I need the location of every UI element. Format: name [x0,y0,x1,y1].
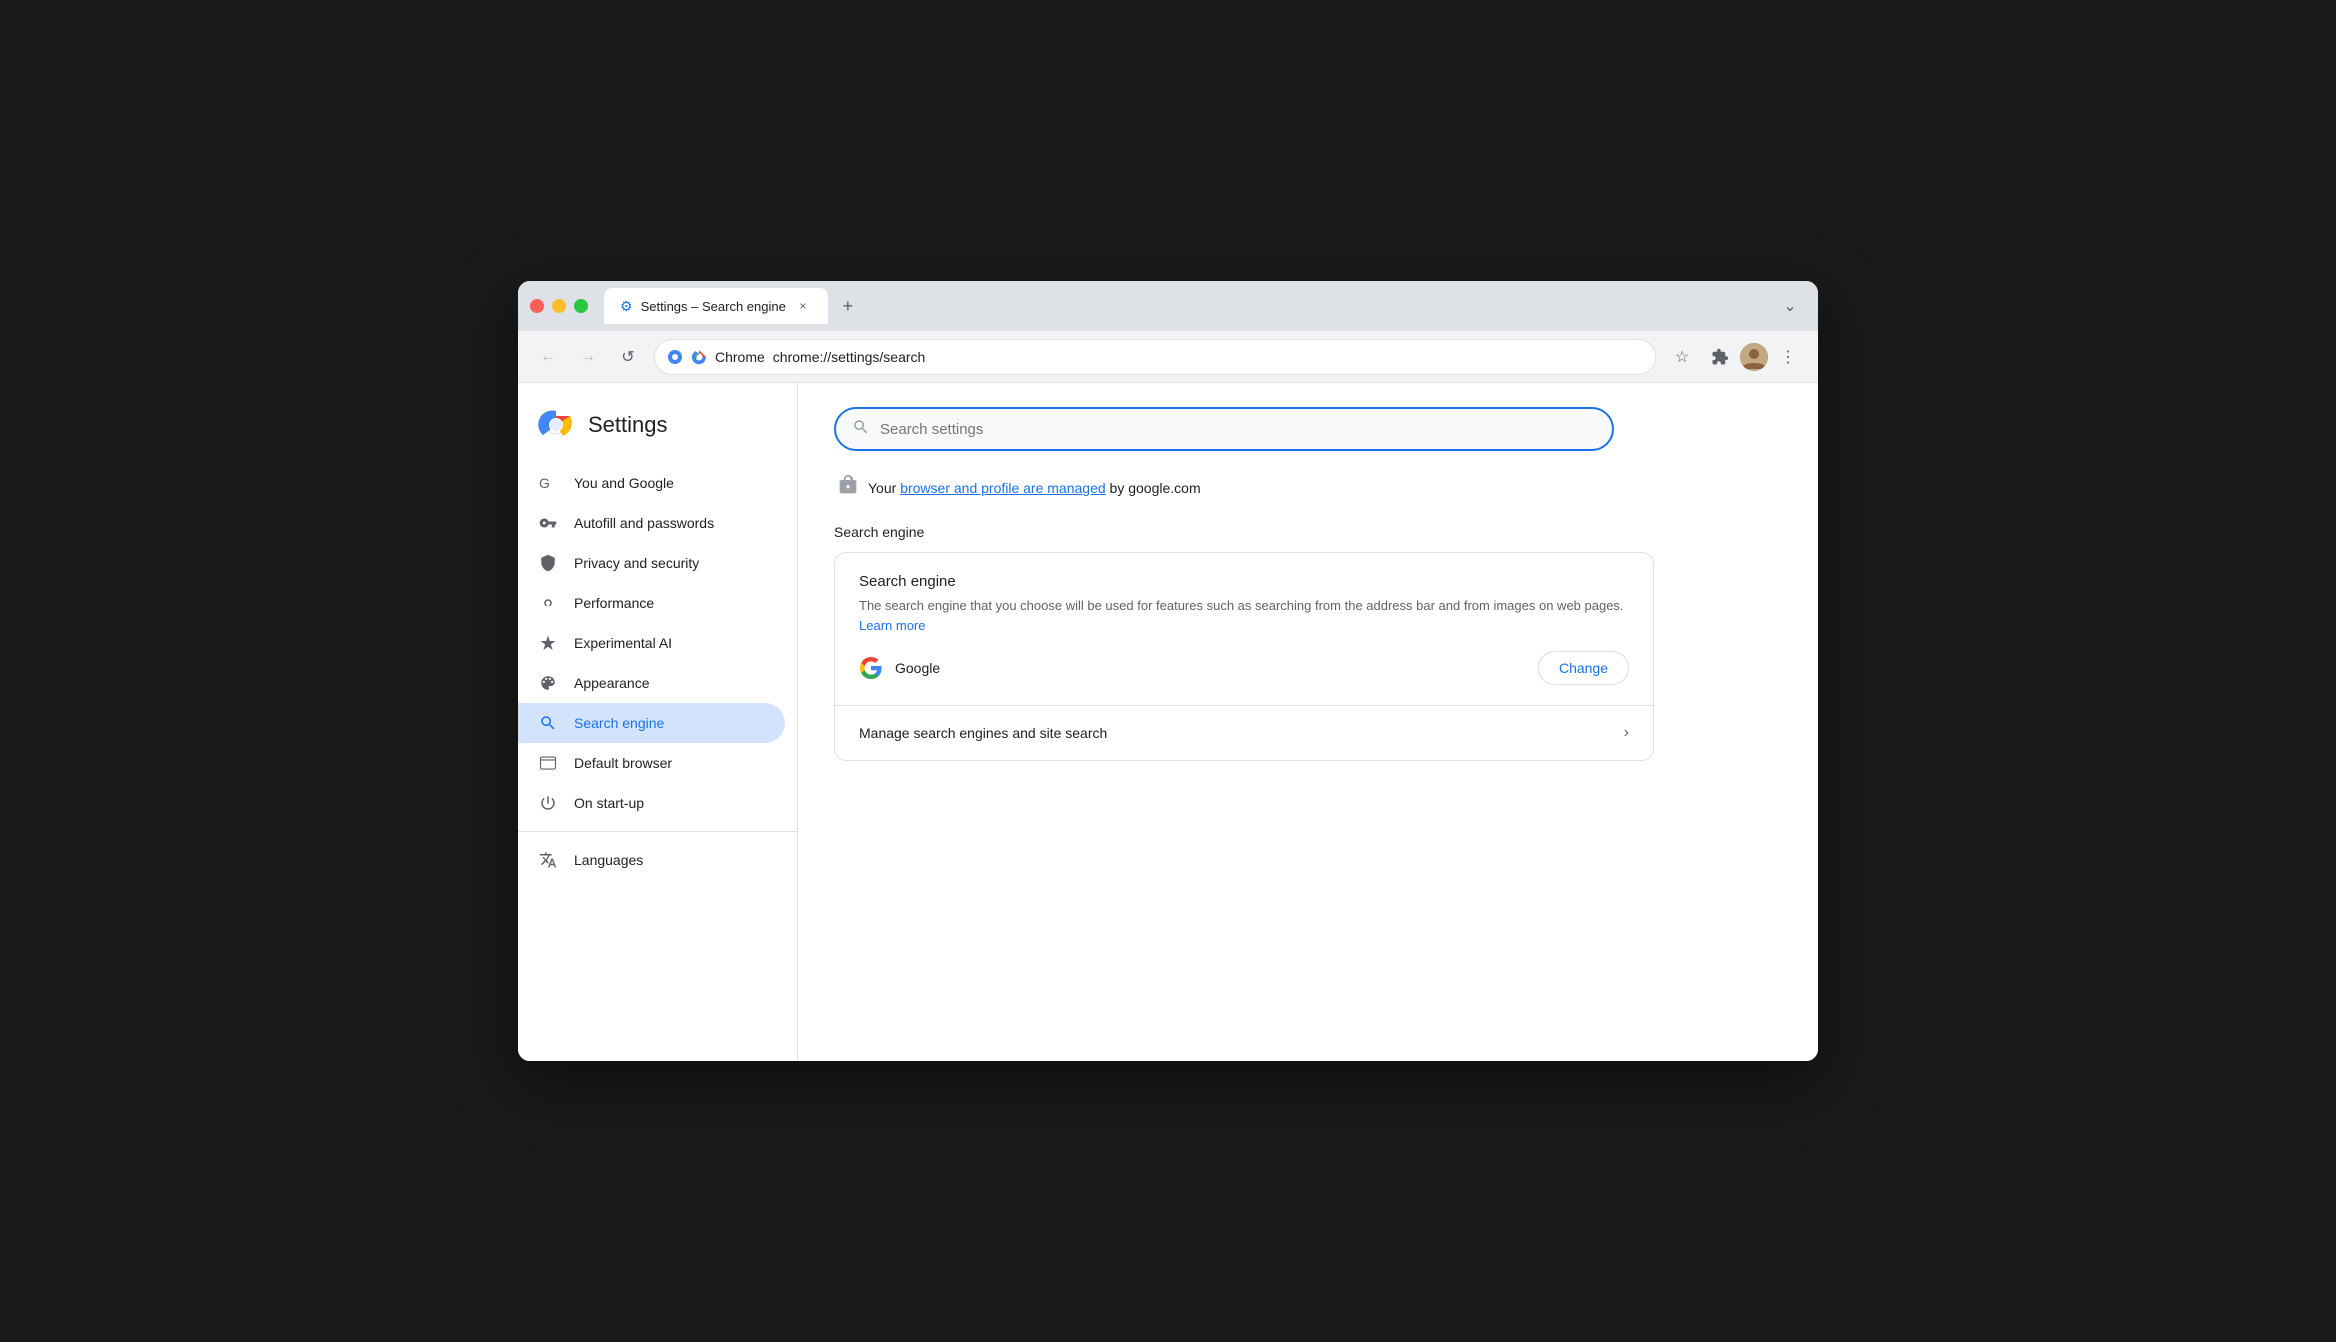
search-icon [852,418,870,441]
chrome-logo [538,407,574,443]
learn-more-link[interactable]: Learn more [859,618,925,633]
chrome-favicon [691,349,707,365]
minimize-traffic-light[interactable] [552,299,566,313]
appearance-icon [538,673,558,693]
settings-header: Settings [518,399,797,463]
default-browser-icon [538,753,558,773]
managed-text: Your browser and profile are managed by … [868,480,1201,496]
sidebar-item-label: On start-up [574,795,644,811]
sidebar-item-label: Experimental AI [574,635,672,651]
you-and-google-icon: G [538,473,558,493]
sidebar: Settings G You and Google Autofill and p… [518,383,798,1061]
sidebar-item-you-and-google[interactable]: G You and Google [518,463,785,503]
sidebar-item-label: Performance [574,595,654,611]
experimental-ai-icon [538,633,558,653]
managed-text-after: by google.com [1110,480,1201,496]
address-favicon [667,349,683,365]
manage-search-engines-label: Manage search engines and site search [859,725,1107,741]
fullscreen-traffic-light[interactable] [574,299,588,313]
tab-bar: ⚙ Settings – Search engine × + ⌄ [604,288,1806,324]
current-search-engine: Google [895,660,1526,676]
sidebar-item-label: Autofill and passwords [574,515,714,531]
tab-title: Settings – Search engine [641,299,786,314]
tab-dropdown-button[interactable]: ⌄ [1774,290,1806,322]
title-bar: ⚙ Settings – Search engine × + ⌄ [518,281,1818,331]
languages-icon [538,850,558,870]
toolbar-right: ☆ ⋮ [1664,339,1806,375]
manage-search-engines-row[interactable]: Manage search engines and site search › [835,706,1653,760]
main-panel: Your browser and profile are managed by … [798,383,1818,1061]
search-engine-nav-icon [538,713,558,733]
tab-favicon: ⚙ [620,298,633,315]
active-tab[interactable]: ⚙ Settings – Search engine × [604,288,828,324]
autofill-icon [538,513,558,533]
search-bar-wrapper [834,407,1782,451]
sidebar-item-privacy[interactable]: Privacy and security [518,543,785,583]
extensions-button[interactable] [1702,339,1738,375]
new-tab-button[interactable]: + [832,290,864,322]
settings-page-title: Settings [588,412,668,438]
sidebar-item-default-browser[interactable]: Default browser [518,743,785,783]
close-traffic-light[interactable] [530,299,544,313]
managed-text-before: Your [868,480,896,496]
sidebar-item-search-engine[interactable]: Search engine [518,703,785,743]
on-startup-icon [538,793,558,813]
back-button[interactable]: ← [530,339,566,375]
card-section-title: Search engine [859,573,1629,590]
managed-icon [838,475,858,500]
sidebar-item-label: Appearance [574,675,650,691]
search-engine-card: Search engine The search engine that you… [834,552,1654,761]
managed-banner: Your browser and profile are managed by … [834,475,1782,500]
sidebar-item-performance[interactable]: Performance [518,583,785,623]
sidebar-item-languages[interactable]: Languages [518,840,785,880]
address-bar[interactable]: Chrome chrome://settings/search [654,339,1656,375]
sidebar-item-autofill[interactable]: Autofill and passwords [518,503,785,543]
address-url: chrome://settings/search [773,349,1643,365]
manage-arrow-icon: › [1624,724,1629,742]
performance-icon [538,593,558,613]
search-engine-section: Search engine The search engine that you… [835,553,1653,706]
privacy-icon [538,553,558,573]
browser-window: ⚙ Settings – Search engine × + ⌄ ← → ↺ [518,281,1818,1061]
managed-link[interactable]: browser and profile are managed [900,480,1105,496]
search-bar [834,407,1614,451]
sidebar-item-label: Privacy and security [574,555,699,571]
sidebar-item-label: You and Google [574,475,674,491]
avatar-image [1740,343,1768,371]
refresh-button[interactable]: ↺ [610,339,646,375]
nav-divider [518,831,797,832]
card-section-description: The search engine that you choose will b… [859,596,1629,635]
sidebar-item-label: Search engine [574,715,664,731]
sidebar-item-label: Languages [574,852,643,868]
sidebar-item-experimental-ai[interactable]: Experimental AI [518,623,785,663]
sidebar-item-label: Default browser [574,755,672,771]
extensions-icon [1711,348,1729,366]
search-input[interactable] [880,421,1596,438]
toolbar: ← → ↺ Chrome chrome://settings/search ☆ [518,331,1818,383]
svg-text:G: G [539,475,550,491]
change-search-engine-button[interactable]: Change [1538,651,1629,685]
sidebar-item-on-startup[interactable]: On start-up [518,783,785,823]
menu-button[interactable]: ⋮ [1770,339,1806,375]
traffic-lights [530,299,588,313]
sidebar-item-appearance[interactable]: Appearance [518,663,785,703]
forward-button[interactable]: → [570,339,606,375]
tab-close-button[interactable]: × [794,297,812,315]
address-brand: Chrome [715,349,765,365]
google-logo [859,656,883,680]
content-area: Settings G You and Google Autofill and p… [518,383,1818,1061]
section-title: Search engine [834,524,1782,540]
search-engine-row: Google Change [859,651,1629,685]
user-avatar[interactable] [1740,343,1768,371]
bookmark-button[interactable]: ☆ [1664,339,1700,375]
